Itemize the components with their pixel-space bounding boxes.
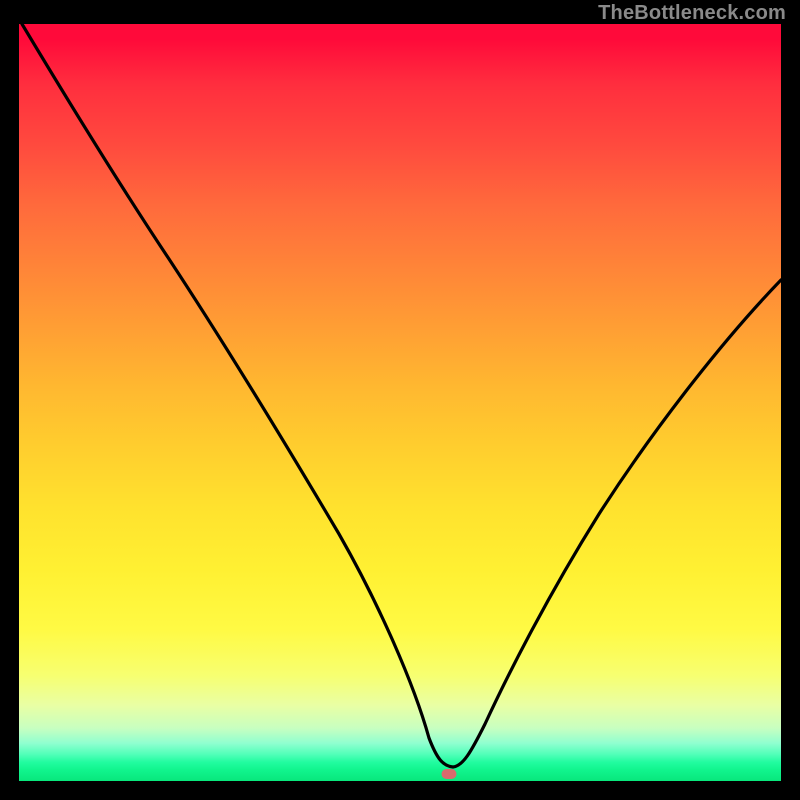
bottleneck-curve bbox=[19, 24, 781, 781]
curve-path bbox=[22, 24, 781, 767]
chart-root: TheBottleneck.com bbox=[0, 0, 800, 800]
critical-point-marker bbox=[442, 769, 457, 779]
plot-area bbox=[19, 24, 781, 781]
watermark-label: TheBottleneck.com bbox=[598, 2, 786, 25]
